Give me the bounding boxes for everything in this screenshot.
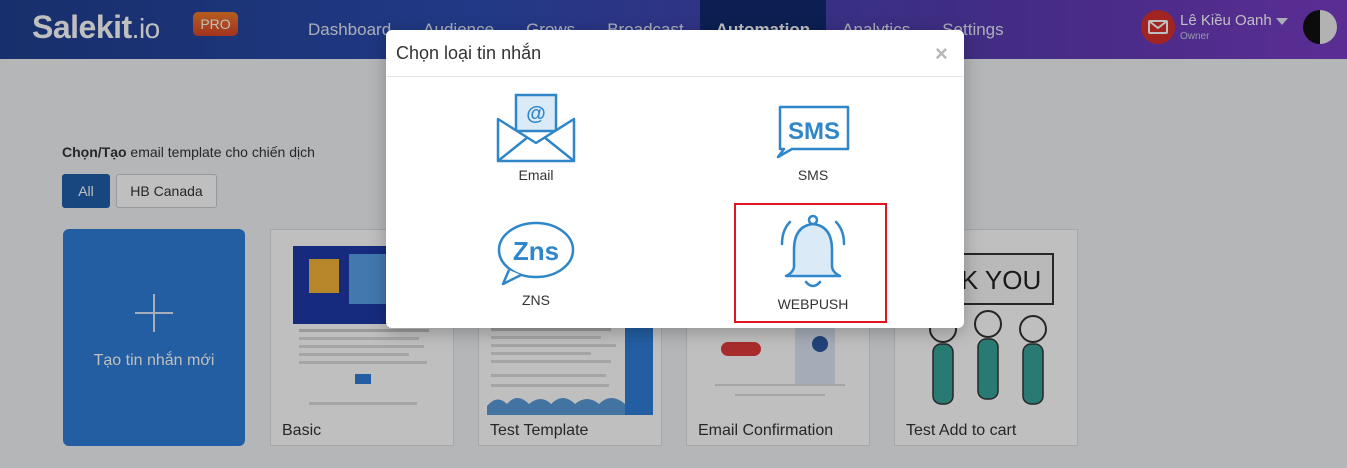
sms-bubble-icon: SMS — [776, 105, 850, 159]
zns-bubble-icon: Zns — [497, 221, 575, 286]
option-email[interactable]: @ Email — [446, 93, 626, 183]
selected-option-highlight — [734, 203, 887, 323]
envelope-at-icon: @ — [496, 93, 576, 163]
option-sms[interactable]: SMS SMS — [723, 93, 903, 183]
option-sms-label: SMS — [797, 167, 829, 183]
message-type-modal: Chọn loại tin nhắn × @ Email SMS SMS Zns… — [386, 30, 964, 328]
option-zns[interactable]: Zns ZNS — [446, 220, 626, 308]
option-email-label: Email — [518, 167, 554, 183]
svg-text:Zns: Zns — [513, 236, 559, 266]
svg-text:SMS: SMS — [788, 118, 840, 145]
modal-title: Chọn loại tin nhắn — [396, 43, 542, 63]
option-zns-label: ZNS — [522, 292, 550, 308]
svg-text:@: @ — [526, 103, 546, 125]
close-icon[interactable]: × — [935, 41, 948, 67]
modal-divider — [386, 76, 964, 77]
